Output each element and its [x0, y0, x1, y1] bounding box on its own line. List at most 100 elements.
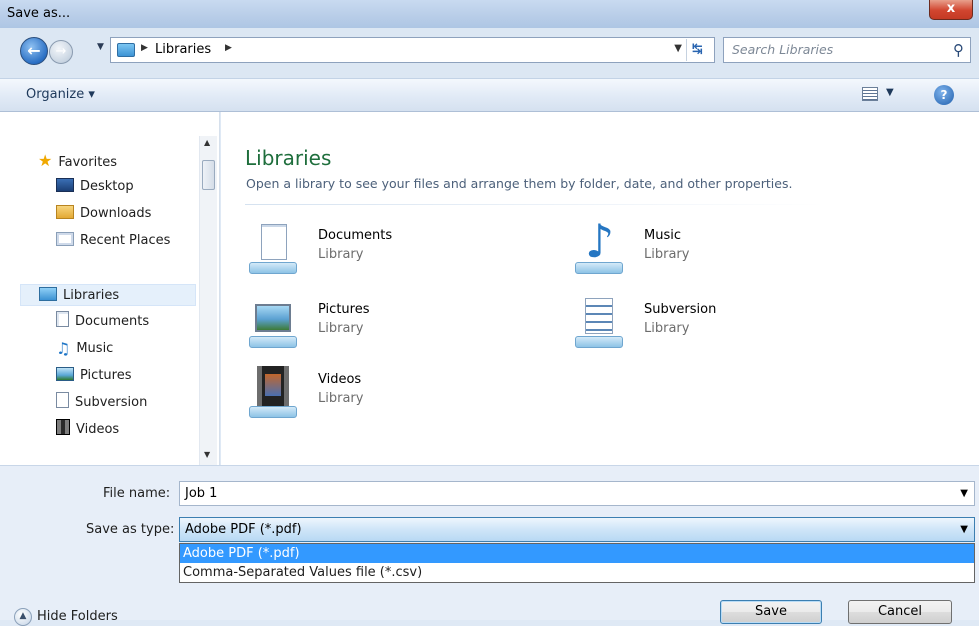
library-kind: Library	[644, 321, 690, 336]
music-icon: ♫	[56, 339, 71, 358]
library-kind: Library	[318, 391, 364, 406]
videos-icon	[56, 419, 70, 435]
file-name-value[interactable]: Job 1	[185, 486, 217, 501]
library-name: Pictures	[318, 302, 370, 317]
subversion-library-icon	[571, 296, 627, 350]
refresh-icon[interactable]: ↹	[686, 39, 708, 61]
nav-scrollbar[interactable]: ▲ ▼	[199, 136, 217, 465]
view-dropdown-icon[interactable]: ▼	[886, 87, 894, 98]
forward-arrow-icon: →	[55, 44, 67, 59]
save-type-option-csv[interactable]: Comma-Separated Values file (*.csv)	[180, 563, 974, 582]
nav-item-subversion[interactable]: Subversion	[56, 392, 147, 414]
nav-favorites-label: Favorites	[58, 155, 118, 170]
documents-library-icon	[245, 222, 301, 276]
organize-menu[interactable]: Organize ▾	[26, 87, 95, 102]
pictures-library-icon	[245, 296, 301, 350]
library-name: Documents	[318, 228, 393, 243]
nav-item-label: Music	[76, 341, 114, 356]
save-type-dropdown-icon[interactable]: ▼	[960, 524, 968, 535]
library-tile-documents[interactable]: Documents Library	[245, 222, 545, 276]
library-tile-music[interactable]: ♪ Music Library	[571, 216, 871, 276]
close-button[interactable]: x	[929, 0, 973, 20]
command-bar: Organize ▾ ▼ ?	[0, 78, 979, 112]
pictures-icon	[56, 367, 74, 381]
breadcrumb-chevron-icon[interactable]: ▶	[141, 43, 148, 53]
library-kind: Library	[318, 247, 364, 262]
library-tile-videos[interactable]: Videos Library	[245, 366, 545, 420]
libraries-folder-icon	[117, 43, 135, 57]
navigation-pane: ★ Favorites Desktop Downloads Recent Plac…	[0, 112, 220, 465]
nav-libraries-label: Libraries	[63, 288, 120, 303]
scroll-down-icon[interactable]: ▼	[204, 450, 210, 459]
documents-icon	[56, 311, 69, 327]
nav-item-label: Documents	[75, 314, 150, 329]
scroll-up-icon[interactable]: ▲	[204, 138, 210, 147]
search-input[interactable]: Search Libraries	[732, 42, 833, 57]
title-bar: Save as... x	[0, 0, 979, 28]
breadcrumb-libraries[interactable]: Libraries	[155, 42, 211, 57]
music-library-icon: ♪	[571, 216, 627, 276]
libraries-icon	[39, 287, 57, 301]
window-title: Save as...	[7, 6, 71, 21]
save-type-dropdown-list: Adobe PDF (*.pdf) Comma-Separated Values…	[179, 543, 975, 583]
address-bar[interactable]: ▶ Libraries ▶ ▼ ↹	[110, 37, 715, 63]
nav-libraries[interactable]: Libraries	[20, 284, 196, 306]
hide-folders-button[interactable]: Hide Folders	[37, 609, 118, 624]
content-pane: Libraries Open a library to see your fil…	[221, 112, 979, 465]
nav-item-desktop[interactable]: Desktop	[56, 176, 134, 198]
nav-item-label: Desktop	[80, 179, 134, 194]
nav-item-label: Videos	[76, 422, 120, 437]
search-box[interactable]: Search Libraries ⚲	[723, 37, 971, 63]
library-tile-pictures[interactable]: Pictures Library	[245, 296, 545, 350]
favorites-star-icon: ★	[38, 151, 53, 170]
address-dropdown-icon[interactable]: ▼	[674, 43, 682, 54]
library-name: Subversion	[644, 302, 717, 317]
forward-button[interactable]: →	[49, 40, 73, 64]
nav-item-label: Pictures	[80, 368, 132, 383]
library-name: Music	[644, 228, 681, 243]
library-tile-subversion[interactable]: Subversion Library	[571, 296, 871, 350]
scroll-thumb[interactable]	[202, 160, 215, 190]
save-as-dialog: Save as... x ← → ▼ ▶ Libraries ▶ ▼ ↹ Sea…	[0, 0, 979, 626]
save-type-value: Adobe PDF (*.pdf)	[185, 522, 302, 537]
save-type-select[interactable]: Adobe PDF (*.pdf) ▼	[179, 517, 975, 542]
nav-item-label: Downloads	[80, 206, 152, 221]
nav-item-documents[interactable]: Documents	[56, 311, 149, 333]
nav-item-label: Subversion	[75, 395, 148, 410]
nav-item-music[interactable]: ♫ Music	[56, 338, 113, 360]
nav-favorites[interactable]: ★ Favorites	[38, 150, 117, 172]
breadcrumb-chevron-icon[interactable]: ▶	[225, 43, 232, 53]
file-name-field[interactable]: Job 1 ▼	[179, 481, 975, 506]
recent-pages-dropdown-icon[interactable]: ▼	[97, 42, 104, 52]
subversion-icon	[56, 392, 69, 408]
recent-places-icon	[56, 232, 74, 246]
library-kind: Library	[318, 321, 364, 336]
save-button[interactable]: Save	[720, 600, 822, 624]
help-icon[interactable]: ?	[934, 85, 954, 105]
videos-library-icon	[245, 366, 301, 420]
divider	[245, 204, 825, 205]
save-type-option-pdf[interactable]: Adobe PDF (*.pdf)	[180, 544, 974, 563]
nav-item-pictures[interactable]: Pictures	[56, 365, 131, 387]
hide-folders-chevron-icon[interactable]: ▲	[14, 608, 32, 626]
page-title: Libraries	[245, 146, 332, 170]
library-kind: Library	[644, 247, 690, 262]
downloads-icon	[56, 205, 74, 219]
file-name-dropdown-icon[interactable]: ▼	[960, 488, 968, 499]
nav-item-videos[interactable]: Videos	[56, 419, 119, 441]
desktop-icon	[56, 178, 74, 192]
nav-item-label: Recent Places	[80, 233, 171, 248]
address-row: ← → ▼ ▶ Libraries ▶ ▼ ↹ Search Libraries…	[0, 28, 979, 78]
page-subtitle: Open a library to see your files and arr…	[246, 176, 793, 191]
close-icon: x	[946, 1, 956, 16]
change-view-icon[interactable]	[862, 87, 878, 101]
nav-item-recent-places[interactable]: Recent Places	[56, 230, 170, 252]
library-name: Videos	[318, 372, 362, 387]
nav-item-downloads[interactable]: Downloads	[56, 203, 151, 225]
save-type-label: Save as type:	[86, 522, 175, 537]
file-name-label: File name:	[103, 486, 171, 501]
cancel-button[interactable]: Cancel	[848, 600, 952, 624]
search-icon[interactable]: ⚲	[953, 41, 964, 59]
back-button[interactable]: ←	[20, 37, 48, 65]
back-arrow-icon: ←	[27, 41, 41, 60]
